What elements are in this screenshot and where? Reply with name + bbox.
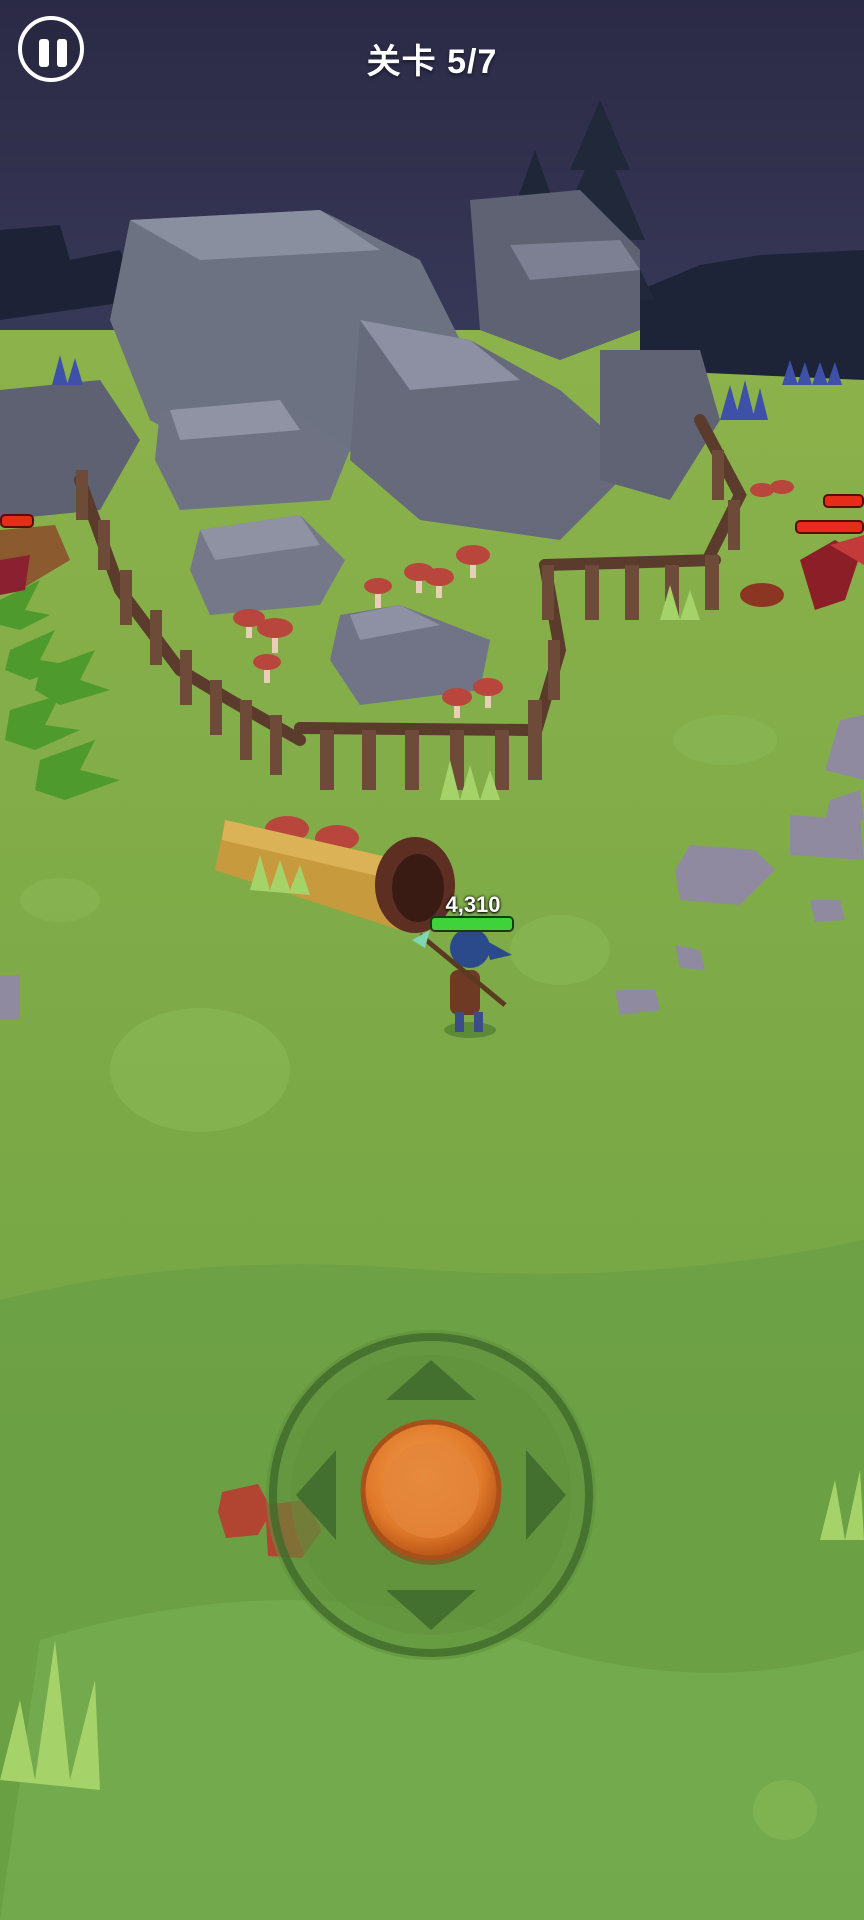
player-hp-fill	[432, 918, 512, 930]
enemy-hp-bar	[0, 514, 34, 528]
joystick-knob[interactable]	[266, 1330, 596, 1660]
enemy-hp-bar	[795, 520, 864, 534]
level-progress-label: 关卡 5/7	[366, 43, 498, 81]
virtual-joystick[interactable]	[266, 1330, 596, 1660]
player-health: 4,310	[430, 892, 516, 932]
player-hp-value: 4,310	[445, 892, 501, 917]
player-hp-bar	[430, 916, 514, 932]
enemy-hp-bar	[823, 494, 864, 508]
